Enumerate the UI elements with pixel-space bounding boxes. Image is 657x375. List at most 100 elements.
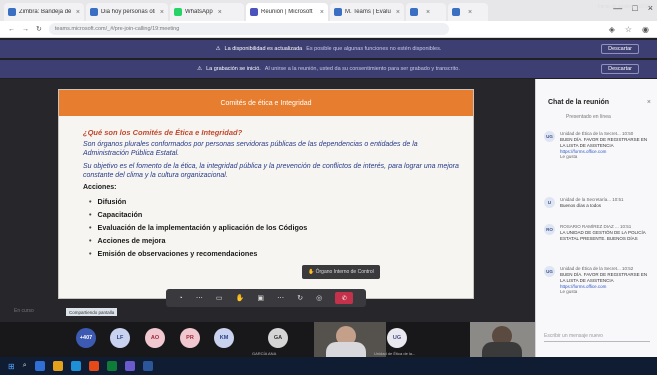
browser-tab-strip: Zimbra: Bandeja de en×Dia hoy personas o… (0, 0, 657, 21)
participant-body (482, 342, 522, 357)
taskbar-app-icon[interactable] (88, 361, 99, 371)
more-icon[interactable]: ⋯ (196, 294, 203, 302)
chat-subtitle: Presentado en línea (566, 114, 611, 120)
forward-icon[interactable]: → (22, 26, 29, 33)
avatar: UG (544, 266, 555, 277)
browser-actions: ◈ ☆ ◉ (609, 25, 657, 34)
tab-favicon-icon (334, 8, 342, 16)
leave-button[interactable]: ✆ (335, 292, 354, 304)
rooms-icon[interactable]: ▣ (257, 294, 264, 302)
message-text: Buenos días a todos (560, 202, 602, 208)
taskbar-app-icon[interactable] (142, 361, 153, 371)
chat-message-input[interactable]: Escribir un mensaje nuevo (544, 330, 650, 342)
participant-avatar[interactable]: AO (145, 328, 165, 348)
slide-paragraph-1: Son órganos plurales conformados por per… (83, 141, 418, 158)
tab-favicon-icon (8, 8, 16, 16)
participant-avatar[interactable]: KM (214, 328, 234, 348)
taskbar-app-icon[interactable] (34, 361, 45, 371)
warning-icon: ⚠ (197, 66, 203, 72)
message-reaction: Le gusta (560, 154, 578, 160)
shared-slide: Comités de ética e Integridad ¿Qué son l… (58, 89, 474, 299)
browser-tab[interactable]: Zimbra: Bandeja de en × (4, 3, 84, 21)
recording-banner: ⚠ La grabación se inició. Al unirse a la… (0, 60, 657, 78)
tab-label: WhatsApp (185, 9, 213, 15)
meeting-stage: Comités de ética e Integridad ¿Qué son l… (0, 79, 535, 322)
participant-name: GARCÍA ANA (252, 351, 277, 356)
slide-action-item: Emisión de observaciones y recomendacion… (83, 247, 459, 260)
close-tab-icon[interactable]: × (396, 9, 400, 16)
banner-detail: Al unirse a la reunión, usted da su cons… (264, 66, 460, 72)
slide-action-item: Acciones de mejora (83, 234, 459, 247)
message-content: Unidad de Ética de la Secret... 10:50 BU… (560, 131, 652, 160)
taskbar-app-icon[interactable] (52, 361, 63, 371)
participant-avatar[interactable]: LF (110, 328, 130, 348)
presenter-tooltip: ✋ Órgano Interno de Control (302, 265, 380, 279)
browser-tab[interactable]: Dia hoy personas otros × (86, 3, 168, 21)
browser-tab[interactable]: WhatsApp × (170, 3, 244, 21)
hand-icon: ✋ (308, 269, 316, 275)
windows-start-icon[interactable]: ⊞ (8, 362, 15, 371)
banner-detail: Es posible que algunas funciones no esté… (306, 46, 442, 52)
tab-favicon-icon (174, 8, 182, 16)
taskbar-app-icon[interactable] (106, 361, 117, 371)
participant-video[interactable] (470, 322, 535, 357)
tab-favicon-icon (410, 8, 418, 16)
banner-title: La disponibilidad es actualizada (224, 46, 303, 52)
message-text: BUEN DÍA. FAVOR DE REGISTRARSE EN LA LIS… (560, 271, 648, 283)
slide-action-item: Capacitación (83, 208, 459, 221)
reactions-icon[interactable]: ↻ (297, 294, 303, 302)
participant-avatar[interactable]: PR (180, 328, 200, 348)
dismiss-button[interactable]: Descartar (601, 64, 639, 74)
message-content: Unidad de la Secretaría... 10:51 Buenos … (560, 197, 652, 209)
browser-tab[interactable]: × (448, 3, 488, 21)
message-content: ROSARIO RAMÍREZ DIAZ ... 10:51 LA UNIDAD… (560, 224, 652, 242)
address-bar: ← → ↻ teams.microsoft.com/_#/pre-join-ca… (0, 21, 657, 38)
chat-panel: Chat de la reunión × Presentado en línea… (535, 79, 657, 357)
sharing-tag: Compartiendo pantalla (66, 308, 118, 316)
warning-icon: ⚠ (215, 46, 221, 52)
close-tab-icon[interactable]: × (426, 9, 430, 16)
close-tab-icon[interactable]: × (160, 9, 164, 16)
back-icon[interactable]: ← (8, 26, 15, 33)
close-chat-button[interactable]: × (647, 99, 651, 106)
dismiss-button[interactable]: Descartar (601, 44, 639, 54)
browser-tab[interactable]: Reunión | Microsoft Teams × (246, 3, 328, 21)
meeting-status: En curso (14, 308, 34, 314)
raise-hand-icon[interactable]: ✋ (236, 294, 245, 302)
participant-avatar[interactable]: GA (268, 328, 288, 348)
browser-tab[interactable]: × (406, 3, 446, 21)
chat-title: Chat de la reunión (548, 99, 610, 106)
system-tray: Inicio de sesión 10:53 (598, 4, 651, 10)
slide-action-item: Difusión (83, 195, 459, 208)
message-text: LA UNIDAD DE GESTIÓN DE LA POLICÍA ESTAT… (560, 229, 646, 241)
close-tab-icon[interactable]: × (468, 9, 472, 16)
profile-icon[interactable]: ◉ (642, 25, 649, 34)
chat-icon[interactable]: ▭ (216, 294, 223, 302)
taskbar-app-icon[interactable] (124, 361, 135, 371)
tab-favicon-icon (90, 8, 98, 16)
participant-body (326, 342, 366, 357)
url-input[interactable]: teams.microsoft.com/_#/pre-join-calling/… (48, 23, 449, 35)
search-icon[interactable]: ⌕ (23, 362, 27, 370)
favorites-icon[interactable]: ☆ (625, 25, 632, 34)
message-content: Unidad de Ética de la Secret... 10:52 BU… (560, 266, 652, 295)
actions-icon[interactable]: ⋯ (277, 294, 284, 302)
participant-avatar[interactable]: +407 (76, 328, 96, 348)
tab-label: Zimbra: Bandeja de en (19, 9, 71, 15)
message-reaction: Le gusta (560, 289, 578, 295)
close-tab-icon[interactable]: × (218, 9, 222, 16)
avatar: RO (544, 224, 555, 235)
timer-icon[interactable]: ◔ (179, 295, 183, 302)
participant-avatar[interactable]: UG (387, 328, 407, 348)
camera-icon[interactable]: ◎ (316, 294, 322, 302)
extensions-icon[interactable]: ◈ (609, 25, 615, 34)
tab-label: Dia hoy personas otros (101, 9, 155, 15)
close-tab-icon[interactable]: × (320, 9, 324, 16)
tab-favicon-icon (250, 8, 258, 16)
reload-icon[interactable]: ↻ (36, 25, 42, 33)
close-tab-icon[interactable]: × (76, 9, 80, 16)
os-taskbar: ⊞ ⌕ (0, 357, 657, 375)
availability-banner: ⚠ La disponibilidad es actualizada Es po… (0, 40, 657, 58)
browser-tab[interactable]: M. Teams | Evaluación × (330, 3, 404, 21)
taskbar-app-icon[interactable] (70, 361, 81, 371)
